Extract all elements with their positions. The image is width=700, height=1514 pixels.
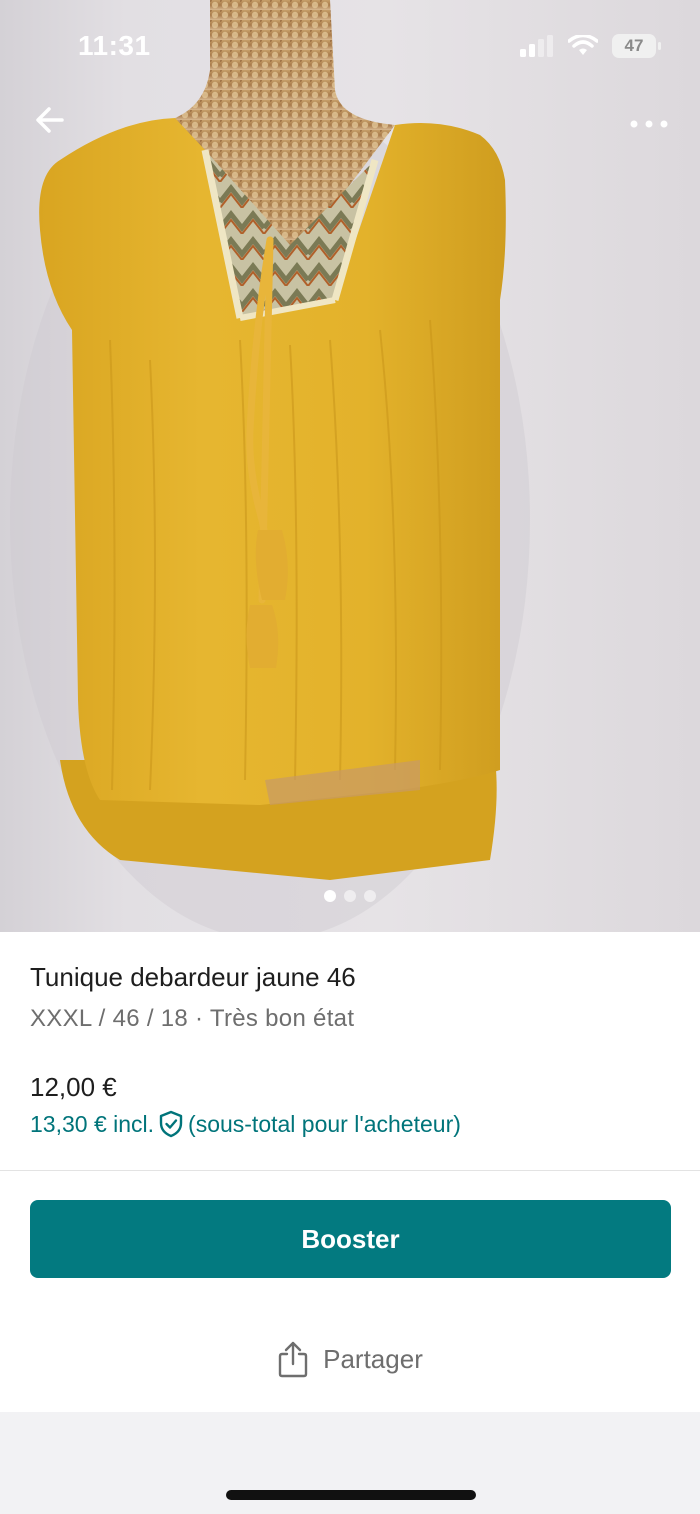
status-icons: 47 — [520, 34, 661, 58]
home-indicator[interactable] — [226, 1490, 476, 1500]
battery-indicator: 47 — [612, 34, 661, 58]
more-options-button[interactable] — [624, 104, 674, 144]
buyer-price-note[interactable]: (sous-total pour l'acheteur) — [188, 1111, 461, 1138]
share-label: Partager — [323, 1343, 423, 1374]
booster-button[interactable]: Booster — [30, 1200, 671, 1278]
gallery-dot-2[interactable] — [344, 890, 356, 902]
shield-check-icon[interactable] — [158, 1110, 184, 1138]
item-title: Tunique debardeur jaune 46 — [30, 962, 356, 992]
gallery-dot-1[interactable] — [324, 890, 336, 902]
buyer-price[interactable]: 13,30 € incl. — [30, 1111, 154, 1138]
item-size-condition: XXXL / 46 / 18 · Très bon état — [30, 1005, 355, 1032]
wifi-icon — [568, 35, 598, 55]
section-divider — [0, 1170, 700, 1171]
gallery-dot-3[interactable] — [364, 890, 376, 902]
item-price: 12,00 € — [30, 1072, 117, 1102]
back-button[interactable] — [30, 100, 70, 140]
more-horizontal-icon — [630, 120, 668, 128]
status-time: 11:31 — [78, 30, 151, 61]
share-button[interactable]: Partager — [0, 1340, 700, 1378]
gallery-pagination[interactable] — [0, 890, 700, 902]
battery-level: 47 — [624, 36, 644, 55]
signal-icon — [520, 35, 553, 57]
product-image-illustration — [10, 0, 530, 932]
share-icon — [278, 1341, 308, 1378]
product-photo[interactable]: 11:31 47 — [0, 0, 700, 932]
item-details: Tunique debardeur jaune 46 XXXL / 46 / 1… — [30, 962, 670, 1033]
buyer-price-row[interactable]: 13,30 € incl. (sous-total pour l'acheteu… — [30, 1110, 461, 1138]
arrow-left-icon — [36, 107, 64, 133]
